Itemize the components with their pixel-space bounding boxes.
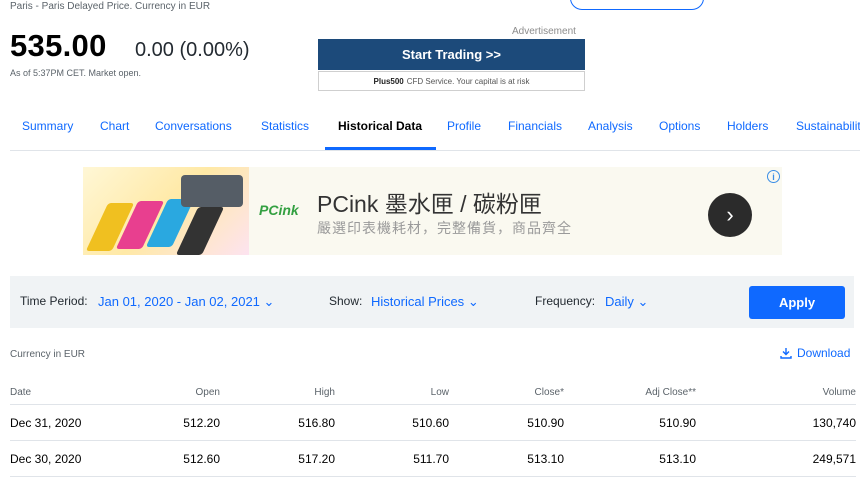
market-time: As of 5:37PM CET. Market open. [10,68,142,78]
ad-brand: Plus500 [373,76,404,86]
column-header-high: High [220,380,335,405]
ad-banner[interactable]: PCink PCink 墨水匣 / 碳粉匣 嚴選印表機耗材，完整備貨，商品齊全 … [83,167,782,255]
show-dropdown[interactable]: Historical Prices ⌄ [371,294,479,310]
historical-prices-table: Date Open High Low Close* Adj Close** Vo… [10,380,856,477]
frequency-label: Frequency: [535,294,596,308]
ad-disclaimer: Plus500 CFD Service. Your capital is at … [318,71,585,91]
tab-conversations[interactable]: Conversations [155,119,232,133]
banner-product-image [83,167,249,255]
active-tab-indicator [325,147,436,150]
column-header-low: Low [335,380,449,405]
cell-low: 511.70 [335,440,449,477]
chevron-down-icon: ⌄ [637,294,649,309]
cell-volume: 130,740 [696,404,856,441]
apply-button[interactable]: Apply [749,286,845,319]
banner-title: PCink 墨水匣 / 碳粉匣 [317,191,542,217]
show-label: Show: [329,294,363,308]
cell-open: 512.20 [160,404,220,441]
banner-subtitle: 嚴選印表機耗材，完整備貨，商品齊全 [317,220,572,236]
advertisement-label: Advertisement [512,26,576,37]
cell-low: 510.60 [335,404,449,441]
cell-adj-close: 513.10 [564,440,696,477]
table-header-row: Date Open High Low Close* Adj Close** Vo… [10,380,856,405]
cell-high: 517.20 [220,440,335,477]
tab-statistics[interactable]: Statistics [261,119,309,133]
cell-volume: 249,571 [696,440,856,477]
cell-adj-close: 510.90 [564,404,696,441]
table-row: Dec 30, 2020 512.60 517.20 511.70 513.10… [10,440,856,477]
start-trading-button[interactable]: Start Trading >> [318,39,585,70]
currency-note: Currency in EUR [10,349,86,360]
cell-date: Dec 30, 2020 [10,440,160,477]
tab-profile[interactable]: Profile [447,119,481,133]
cell-high: 516.80 [220,404,335,441]
cell-open: 512.60 [160,440,220,477]
time-period-dropdown[interactable]: Jan 01, 2020 - Jan 02, 2021 ⌄ [98,294,274,310]
chevron-right-icon[interactable]: › [708,193,752,237]
info-icon[interactable]: i [767,170,780,183]
column-header-volume: Volume [696,380,856,405]
table-row: Dec 31, 2020 512.20 516.80 510.60 510.90… [10,404,856,441]
price-change: 0.00 (0.00%) [135,39,250,61]
tab-chart[interactable]: Chart [100,119,129,133]
time-period-value: Jan 01, 2020 - Jan 02, 2021 [98,294,260,309]
tab-historical-data[interactable]: Historical Data [338,119,422,133]
download-icon [780,348,792,359]
quote-nav-tabs: Summary Chart Conversations Statistics H… [10,106,860,151]
column-header-adj-close: Adj Close** [564,380,696,405]
column-header-open: Open [160,380,220,405]
tab-holders[interactable]: Holders [727,119,768,133]
show-value: Historical Prices [371,294,465,309]
filter-bar: Time Period: Jan 01, 2020 - Jan 02, 2021… [10,276,854,328]
time-period-label: Time Period: [20,294,88,308]
cell-date: Dec 31, 2020 [10,404,160,441]
chevron-down-icon: ⌄ [263,294,275,309]
cell-close: 513.10 [449,440,564,477]
tab-analysis[interactable]: Analysis [588,119,633,133]
tab-options[interactable]: Options [659,119,700,133]
cell-close: 510.90 [449,404,564,441]
tab-sustainability[interactable]: Sustainability [796,119,860,133]
download-link[interactable]: Download [780,346,850,360]
tab-summary[interactable]: Summary [22,119,73,133]
ad-disclaimer-text: CFD Service. Your capital is at risk [406,76,530,86]
exchange-info: Paris - Paris Delayed Price. Currency in… [10,1,211,12]
stock-price: 535.00 [10,28,107,63]
banner-logo: PCink [259,202,299,218]
frequency-value: Daily [605,294,634,309]
tab-financials[interactable]: Financials [508,119,562,133]
download-label: Download [797,346,851,360]
follow-button[interactable] [570,0,704,10]
column-header-date: Date [10,380,160,405]
frequency-dropdown[interactable]: Daily ⌄ [605,294,648,310]
column-header-close: Close* [449,380,564,405]
chevron-down-icon: ⌄ [467,294,479,309]
